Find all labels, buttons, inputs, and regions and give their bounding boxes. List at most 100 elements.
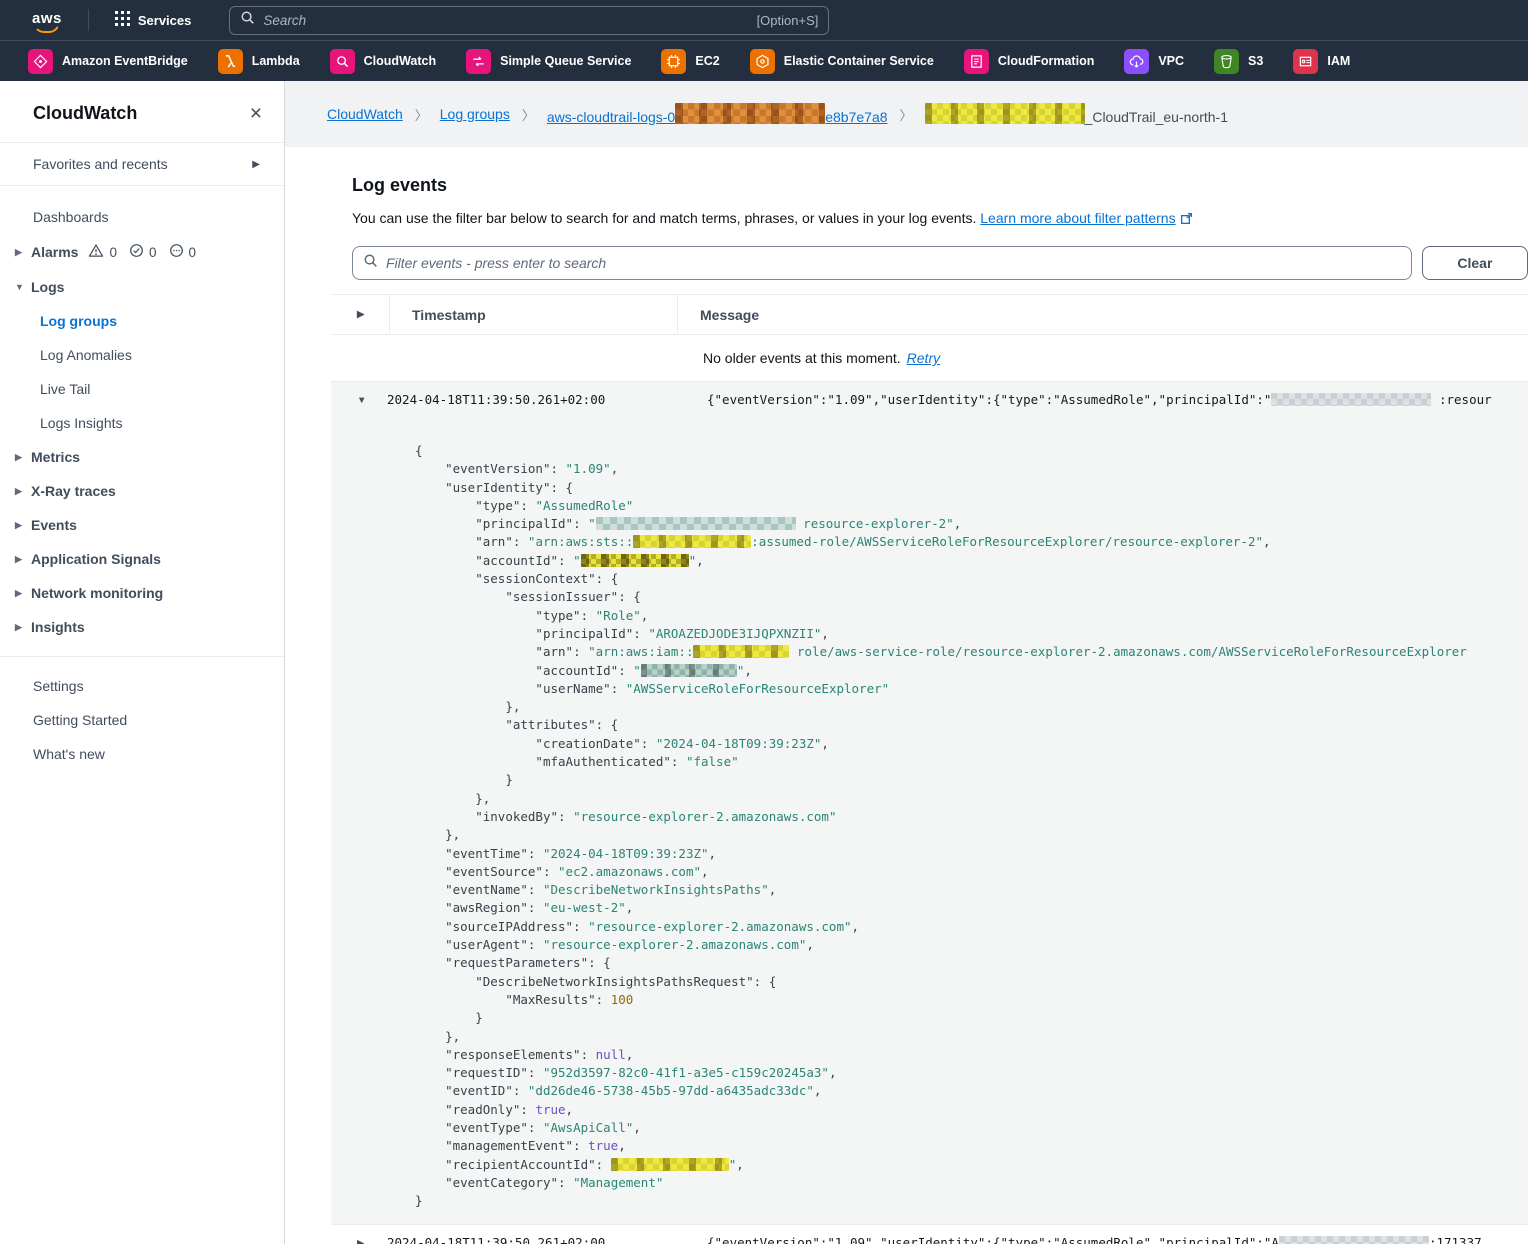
favorites-bar-item-s3[interactable]: S3 xyxy=(1214,49,1263,74)
sidebar-item-label: What's new xyxy=(33,746,105,762)
text-fragment: {"eventVersion":"1.09","userIdentity":{"… xyxy=(707,392,1271,407)
chevron-right-icon[interactable]: ▶ xyxy=(15,622,31,633)
chevron-right-icon[interactable]: ▶ xyxy=(15,588,31,599)
sidebar-item-what-s-new[interactable]: What's new xyxy=(0,737,284,771)
favorites-bar-item-vpc[interactable]: VPC xyxy=(1124,49,1184,74)
json-token: : xyxy=(520,498,535,513)
json-line: } xyxy=(415,1192,1528,1210)
sidebar-item-settings[interactable]: Settings xyxy=(0,669,284,703)
json-line: "eventVersion": "1.09", xyxy=(415,460,1528,478)
search-icon xyxy=(240,10,255,30)
sidebar-item-insights[interactable]: ▶Insights xyxy=(0,610,284,644)
sidebar-item-label: Events xyxy=(31,517,77,533)
json-token: : xyxy=(528,1065,543,1080)
sidebar-item-log-anomalies[interactable]: Log Anomalies xyxy=(0,338,284,372)
json-line: }, xyxy=(415,826,1528,844)
sidebar-close-icon[interactable]: × xyxy=(250,107,262,121)
json-line: "awsRegion": "eu-west-2", xyxy=(415,899,1528,917)
top-nav-bar: aws Services [Option+S] xyxy=(0,0,1528,40)
retry-link[interactable]: Retry xyxy=(907,350,940,366)
aws-logo[interactable]: aws xyxy=(32,10,62,27)
json-token: , xyxy=(769,882,777,897)
chevron-right-icon[interactable]: ▶ xyxy=(15,554,31,565)
json-token: "2024-04-18T09:39:23Z" xyxy=(656,736,822,751)
redacted-text xyxy=(925,103,1085,124)
json-token: :assumed-role/AWSServiceRoleForResourceE… xyxy=(751,534,1263,549)
alarm-ok-icon xyxy=(129,243,144,261)
sidebar-item-metrics[interactable]: ▶Metrics xyxy=(0,440,284,474)
favorites-bar-item-elastic-container-service[interactable]: Elastic Container Service xyxy=(750,49,934,74)
favorites-bar-item-label: EC2 xyxy=(695,54,719,68)
favorites-bar-item-ec2[interactable]: EC2 xyxy=(661,49,719,74)
json-line: "sessionContext": { xyxy=(415,570,1528,588)
global-search-box[interactable]: [Option+S] xyxy=(229,6,829,35)
chevron-right-icon[interactable]: ▶ xyxy=(15,486,31,497)
services-menu-button[interactable]: Services xyxy=(105,5,202,35)
favorites-bar-item-lambda[interactable]: Lambda xyxy=(218,49,300,74)
json-token: "creationDate" xyxy=(535,736,640,751)
filter-events-input[interactable] xyxy=(386,255,1401,271)
json-token: " xyxy=(689,553,697,568)
json-token: "userName" xyxy=(535,681,610,696)
sidebar-title: CloudWatch xyxy=(33,103,137,124)
favorites-bar-item-cloudwatch[interactable]: CloudWatch xyxy=(330,49,436,74)
json-token: , xyxy=(618,1138,626,1153)
redacted-text xyxy=(641,664,737,677)
sidebar-item-events[interactable]: ▶Events xyxy=(0,508,284,542)
expand-row-icon[interactable]: ▶ xyxy=(357,1238,364,1244)
favorites-bar-item-iam[interactable]: IAM xyxy=(1293,49,1350,74)
sidebar-item-alarms[interactable]: ▶Alarms000 xyxy=(0,234,284,270)
json-token: "managementEvent" xyxy=(445,1138,573,1153)
sidebar-item-getting-started[interactable]: Getting Started xyxy=(0,703,284,737)
chevron-down-icon[interactable]: ▼ xyxy=(15,282,31,292)
sidebar-item-logs[interactable]: ▼Logs xyxy=(0,270,284,304)
json-token: : xyxy=(558,809,573,824)
json-line: "accountId": "", xyxy=(415,662,1528,680)
favorites-bar-item-simple-queue-service[interactable]: Simple Queue Service xyxy=(466,49,631,74)
json-token: " xyxy=(588,516,596,531)
sidebar-item-log-groups[interactable]: Log groups xyxy=(0,304,284,338)
clear-button[interactable]: Clear xyxy=(1422,246,1528,280)
global-search-input[interactable] xyxy=(263,13,756,28)
json-line: "accountId": "", xyxy=(415,552,1528,570)
alarm-status-badges: 000 xyxy=(88,243,203,261)
sidebar-item-label: Metrics xyxy=(31,449,80,465)
favorites-bar-item-amazon-eventbridge[interactable]: Amazon EventBridge xyxy=(28,49,188,74)
json-line: }, xyxy=(415,698,1528,716)
favorites-bar-item-cloudformation[interactable]: CloudFormation xyxy=(964,49,1095,74)
sidebar-item-dashboards[interactable]: Dashboards xyxy=(0,200,284,234)
json-line: "type": "Role", xyxy=(415,607,1528,625)
learn-more-link[interactable]: Learn more about filter patterns xyxy=(980,210,1175,226)
sidebar-item-application-signals[interactable]: ▶Application Signals xyxy=(0,542,284,576)
redacted-text xyxy=(693,645,789,658)
breadcrumb-item[interactable]: CloudWatch xyxy=(327,106,403,122)
text-fragment: CloudWatch xyxy=(327,106,403,122)
json-token: "AssumedRole" xyxy=(535,498,633,513)
json-token: 100 xyxy=(611,992,634,1007)
json-token: }, xyxy=(445,1029,460,1044)
expand-all-icon[interactable]: ▶ xyxy=(357,309,364,320)
json-token: "arn:aws:sts:: xyxy=(528,534,633,549)
sidebar-item-label: Live Tail xyxy=(40,381,90,397)
breadcrumb-item[interactable]: aws-cloudtrail-logs-0e8b7e7a8 xyxy=(547,103,888,125)
breadcrumb-item[interactable]: Log groups xyxy=(440,106,510,122)
no-older-events-text: No older events at this moment. xyxy=(703,350,901,366)
json-token: } xyxy=(415,1193,423,1208)
chevron-right-icon[interactable]: ▶ xyxy=(15,247,31,258)
sidebar-item-network-monitoring[interactable]: ▶Network monitoring xyxy=(0,576,284,610)
table-header-row: ▶ Timestamp Message xyxy=(331,295,1528,335)
text-fragment: :171337 xyxy=(1429,1235,1482,1244)
json-token: " xyxy=(633,663,641,678)
filter-events-field[interactable] xyxy=(352,246,1412,280)
sidebar-item-favorites-and-recents[interactable]: Favorites and recents ▶ xyxy=(0,142,284,186)
sidebar-item-logs-insights[interactable]: Logs Insights xyxy=(0,406,284,440)
sidebar-item-live-tail[interactable]: Live Tail xyxy=(0,372,284,406)
json-token: { xyxy=(415,443,423,458)
chevron-right-icon[interactable]: ▶ xyxy=(15,520,31,531)
sidebar-item-x-ray-traces[interactable]: ▶X-Ray traces xyxy=(0,474,284,508)
json-token: : xyxy=(528,1120,543,1135)
redacted-text xyxy=(596,517,796,530)
event-timestamp: 2024-04-18T11:39:50.261+02:00 xyxy=(387,392,707,407)
collapse-row-icon[interactable]: ▼ xyxy=(357,395,366,406)
chevron-right-icon[interactable]: ▶ xyxy=(15,452,31,463)
